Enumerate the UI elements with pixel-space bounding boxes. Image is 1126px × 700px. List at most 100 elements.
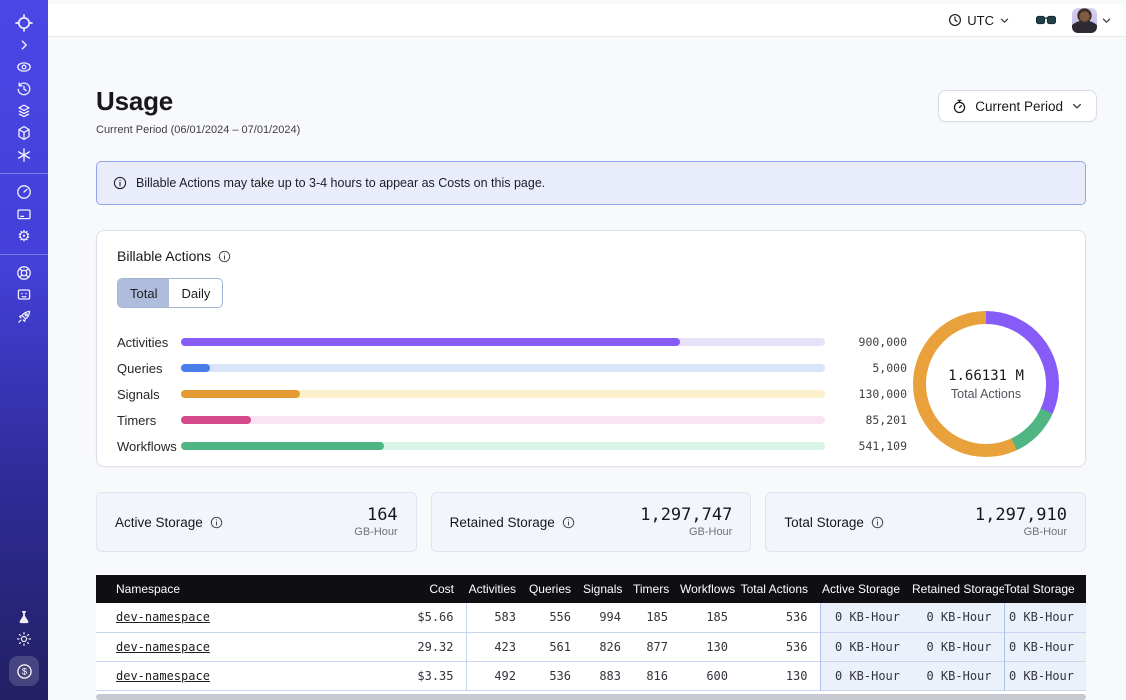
feedback-icon[interactable]	[8, 284, 40, 306]
user-menu[interactable]	[1072, 8, 1112, 33]
table-row: dev-namespace$3.354925368838166001300 KB…	[96, 661, 1086, 690]
donut-total-label: Total Actions	[951, 387, 1021, 401]
page-subtitle: Current Period (06/01/2024 – 07/01/2024)	[96, 124, 300, 136]
settings-icon[interactable]: ⚙	[8, 225, 40, 247]
page-title: Usage	[96, 86, 173, 117]
info-icon[interactable]	[871, 516, 884, 529]
table-cell: 492	[466, 661, 528, 690]
table-row: dev-namespace$5.665835569941851855360 KB…	[96, 603, 1086, 632]
period-selector-label: Current Period	[975, 99, 1063, 114]
table-header-cell: Timers	[633, 575, 680, 603]
donut-chart: 1.66131 M Total Actions	[913, 311, 1059, 457]
storage-card: Active Storage 164 GB-Hour	[96, 492, 417, 552]
table-header-cell: Workflows	[680, 575, 740, 603]
billing-icon[interactable]	[8, 203, 40, 225]
table-cell: 536	[740, 632, 820, 661]
bar-category-label: Queries	[117, 361, 181, 376]
namespace-link[interactable]: dev-namespace	[116, 640, 210, 654]
bar-category-label: Signals	[117, 387, 181, 402]
table-cell: dev-namespace	[96, 661, 366, 690]
table-cell: 29.32	[366, 632, 466, 661]
bar-chart: Activities 900,000 Queries 5,000 Signals…	[117, 329, 907, 459]
cost-coin-icon[interactable]: $	[9, 656, 39, 686]
table-cell: 423	[466, 632, 528, 661]
table-row: dev-namespace 29.324235618268771305360 KB…	[96, 632, 1086, 661]
bar-track	[181, 338, 825, 346]
tab-daily[interactable]: Daily	[169, 279, 222, 307]
main-pane: UTC Usage Current Period (06/01/2024 – 0…	[48, 0, 1126, 700]
labs-flask-icon[interactable]	[8, 606, 40, 628]
bar-fill	[181, 364, 210, 372]
bar-fill	[181, 442, 384, 450]
table-header-cell: Namespace	[96, 575, 366, 603]
timezone-selector[interactable]: UTC	[948, 13, 1010, 28]
table-cell: 536	[528, 661, 583, 690]
table-cell: 816	[633, 661, 680, 690]
table-cell: 185	[680, 603, 740, 632]
table-cell: 0 KB-Hour	[912, 661, 1004, 690]
info-icon[interactable]	[210, 516, 223, 529]
info-banner: Billable Actions may take up to 3-4 hour…	[96, 161, 1086, 205]
storage-card-label: Active Storage	[115, 515, 203, 530]
bar-value: 5,000	[835, 361, 907, 375]
table-cell: 0 KB-Hour	[1004, 603, 1086, 632]
table-cell: 185	[633, 603, 680, 632]
theme-sun-icon[interactable]	[8, 628, 40, 650]
period-selector-button[interactable]: Current Period	[938, 90, 1097, 122]
storage-cards-row: Active Storage 164 GB-Hour Retained Stor…	[96, 492, 1086, 552]
bar-track	[181, 416, 825, 424]
table-cell: 0 KB-Hour	[820, 661, 912, 690]
namespace-link[interactable]: dev-namespace	[116, 610, 210, 624]
getting-started-rocket-icon[interactable]	[8, 306, 40, 328]
info-icon[interactable]	[218, 250, 231, 263]
table-cell: dev-namespace	[96, 603, 366, 632]
temporal-logo-icon[interactable]	[8, 12, 40, 34]
table-cell: 877	[633, 632, 680, 661]
schedules-icon[interactable]	[8, 78, 40, 100]
tab-total[interactable]: Total	[118, 279, 169, 307]
clock-icon	[948, 13, 962, 27]
chevron-down-icon	[999, 15, 1010, 26]
support-icon[interactable]	[8, 262, 40, 284]
bar-value: 900,000	[835, 335, 907, 349]
expand-sidebar-icon[interactable]	[8, 34, 40, 56]
table-header-cell: Activities	[466, 575, 528, 603]
table-scrollbar[interactable]	[96, 694, 1086, 700]
table-cell: 130	[740, 661, 820, 690]
sidebar-divider	[0, 173, 48, 174]
usage-icon[interactable]	[8, 181, 40, 203]
bar-fill	[181, 338, 680, 346]
donut-total-value: 1.66131 M	[948, 368, 1024, 384]
info-icon[interactable]	[562, 516, 575, 529]
bar-chart-row: Timers 85,201	[117, 407, 907, 433]
batch-operations-icon[interactable]	[8, 100, 40, 122]
bar-value: 85,201	[835, 413, 907, 427]
chevron-down-icon	[1071, 100, 1083, 112]
table-header-row: NamespaceCostActivitiesQueriesSignalsTim…	[96, 575, 1086, 603]
table-cell: 556	[528, 603, 583, 632]
stopwatch-icon	[952, 99, 967, 114]
nexus-icon[interactable]	[8, 144, 40, 166]
glasses-icon[interactable]	[1036, 13, 1056, 27]
bar-category-label: Timers	[117, 413, 181, 428]
bar-chart-row: Activities 900,000	[117, 329, 907, 355]
table-cell: 826	[583, 632, 633, 661]
table-cell: 0 KB-Hour	[1004, 661, 1086, 690]
sidebar-divider	[0, 254, 48, 255]
storage-card-value: 1,297,747	[640, 506, 732, 526]
table-cell: 536	[740, 603, 820, 632]
info-banner-text: Billable Actions may take up to 3-4 hour…	[136, 176, 545, 190]
storage-card-unit: GB-Hour	[354, 526, 397, 538]
namespace-link[interactable]: dev-namespace	[116, 669, 210, 683]
bar-value: 130,000	[835, 387, 907, 401]
table-header-cell: Signals	[583, 575, 633, 603]
table-cell: 561	[528, 632, 583, 661]
namespaces-icon[interactable]	[8, 56, 40, 78]
table-cell: 0 KB-Hour	[912, 603, 1004, 632]
bar-fill	[181, 390, 300, 398]
info-icon	[113, 176, 127, 190]
deployments-icon[interactable]	[8, 122, 40, 144]
table-cell: 130	[680, 632, 740, 661]
bar-category-label: Workflows	[117, 439, 181, 454]
table-cell: 0 KB-Hour	[820, 632, 912, 661]
